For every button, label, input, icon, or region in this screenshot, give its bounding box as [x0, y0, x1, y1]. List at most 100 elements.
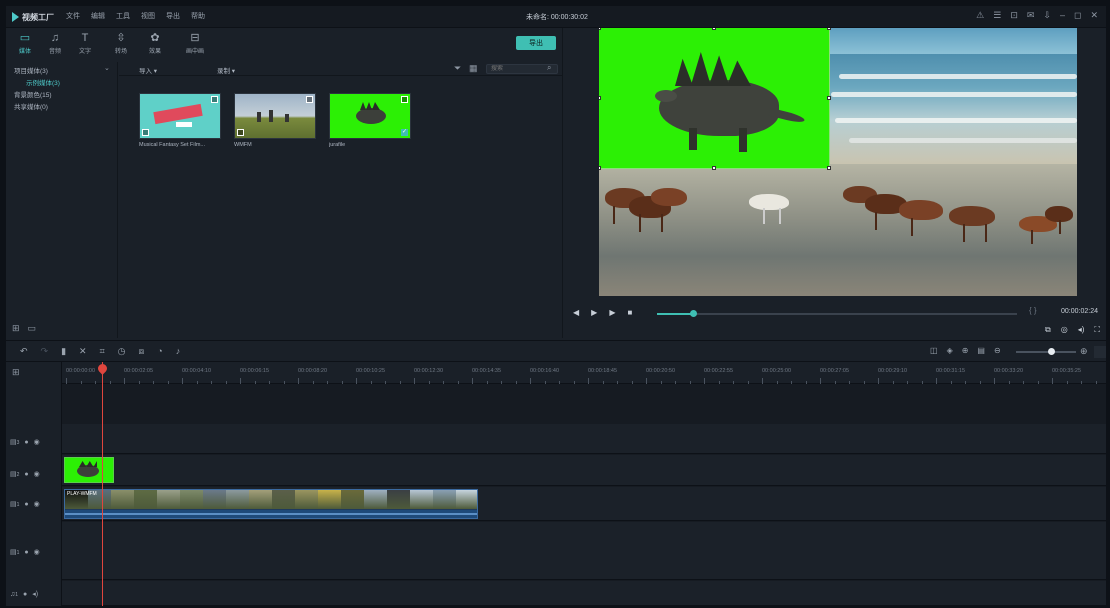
zoom-in-icon[interactable]: ⊕	[1080, 346, 1088, 357]
play-icon[interactable]: ▶	[591, 308, 597, 317]
resize-handle[interactable]	[827, 96, 831, 100]
record-dropdown[interactable]: 录制 ▾	[217, 65, 235, 75]
pip-overlay[interactable]	[599, 28, 831, 170]
menu-icon[interactable]: ☰	[993, 10, 1001, 21]
resize-handle[interactable]	[827, 166, 831, 170]
zoom-slider-knob[interactable]	[1048, 348, 1055, 355]
progress-knob[interactable]	[690, 310, 697, 317]
menu-export[interactable]: 导出	[166, 11, 180, 21]
tab-split-screen[interactable]: ⊟ 画中画	[180, 32, 210, 55]
library-item-background-colors[interactable]: 背景颜色(15)	[6, 88, 117, 100]
mixer-icon[interactable]: ▤	[977, 346, 985, 355]
menu-edit[interactable]: 编辑	[91, 11, 105, 21]
add-track-icon[interactable]: ⊞	[12, 367, 20, 378]
timeline-clip-main[interactable]: PLAY-WMFM	[64, 489, 478, 519]
media-clip[interactable]: ✓ jurafile	[329, 93, 411, 148]
fullscreen-icon[interactable]: ⛶	[1094, 325, 1100, 335]
eye-icon[interactable]: ◉	[34, 470, 40, 478]
delete-icon[interactable]: ▮	[61, 346, 66, 357]
lock-icon[interactable]: ●	[24, 501, 28, 508]
save-icon[interactable]: ⊡	[1010, 10, 1018, 21]
menu-tools[interactable]: 工具	[116, 11, 130, 21]
volume-icon[interactable]: ◂)	[1078, 325, 1085, 335]
eye-icon[interactable]: ◉	[34, 438, 40, 446]
library-item-shared-media[interactable]: 共享媒体(0)	[6, 100, 117, 112]
cut-icon[interactable]: ✕	[79, 346, 87, 357]
tab-transitions[interactable]: ⇳ 转场	[106, 32, 136, 55]
snapshot-icon[interactable]: ◎	[1061, 325, 1068, 335]
library-item-project-media[interactable]: 项目媒体(3)	[6, 64, 117, 76]
timeline-clip-overlay[interactable]	[64, 457, 114, 483]
resize-handle[interactable]	[827, 28, 831, 30]
media-clip[interactable]: Musical Fantasy Set Film...	[139, 93, 221, 148]
menu-file[interactable]: 文件	[66, 11, 80, 21]
resize-handle[interactable]	[712, 28, 716, 30]
time-ruler[interactable]: 00:00:00:00 00:00:02:05 00:00:04:10 00:00:0…	[62, 362, 1106, 384]
preview-screen[interactable]	[599, 28, 1077, 296]
warning-icon[interactable]: ⚠	[976, 10, 984, 21]
media-clip[interactable]: WMFM	[234, 93, 316, 148]
lock-icon[interactable]: ●	[24, 549, 28, 556]
redo-icon[interactable]: ↷	[41, 346, 49, 357]
display-icon[interactable]: ⧉	[1045, 325, 1051, 335]
resize-handle[interactable]	[712, 166, 716, 170]
tab-media[interactable]: ▭ 媒体	[10, 32, 40, 55]
ruler-tick	[298, 378, 299, 384]
lock-icon[interactable]: ●	[23, 591, 27, 598]
new-folder-icon[interactable]: ⊞	[12, 323, 20, 334]
tab-audio[interactable]: ♫ 音频	[40, 32, 70, 55]
render-icon[interactable]: ◫	[930, 346, 938, 355]
volume-icon[interactable]: ◂)	[32, 590, 38, 598]
zoom-slider[interactable]	[1016, 351, 1076, 353]
chevron-down-icon[interactable]: ⌄	[104, 64, 110, 72]
grid-icon[interactable]: ▦	[469, 63, 478, 74]
minimize-icon[interactable]: –	[1060, 10, 1065, 21]
export-button[interactable]: 导出	[516, 36, 556, 50]
timeline-options: ◫ ◈ ⊕ ▤ ⊖	[930, 346, 1001, 355]
zoom-out-icon[interactable]: ⊖	[994, 346, 1001, 355]
eye-icon[interactable]: ◉	[34, 548, 40, 556]
zoom-fit-button[interactable]	[1094, 346, 1106, 358]
import-dropdown[interactable]: 导入 ▾	[139, 65, 157, 75]
track-video-2[interactable]	[62, 455, 1106, 486]
resize-handle[interactable]	[599, 28, 601, 30]
tab-effects[interactable]: ✿ 效果	[140, 32, 170, 55]
audio-mix-icon[interactable]: ♪	[176, 346, 181, 357]
mail-icon[interactable]: ✉	[1027, 10, 1035, 21]
playback-progress[interactable]	[657, 310, 1017, 317]
resize-handle[interactable]	[599, 96, 601, 100]
search-icon[interactable]: ⌕	[547, 63, 551, 73]
track-audio[interactable]	[62, 581, 1106, 606]
track-video-1[interactable]: PLAY-WMFM	[62, 487, 1106, 521]
step-forward-icon[interactable]: ▶	[609, 308, 615, 317]
eye-icon[interactable]: ◉	[34, 500, 40, 508]
tab-text[interactable]: T 文字	[70, 32, 100, 55]
download-icon[interactable]: ⇩	[1043, 10, 1051, 21]
track-overlay[interactable]	[62, 522, 1106, 580]
menu-help[interactable]: 帮助	[191, 11, 205, 21]
track-video-3[interactable]	[62, 424, 1106, 454]
mic-icon[interactable]: ⊕	[962, 346, 969, 355]
marker-icon[interactable]: ◈	[947, 346, 953, 355]
lock-icon[interactable]: ●	[24, 439, 28, 446]
in-out-markers[interactable]: { }	[1029, 306, 1037, 315]
library-item-sample-media[interactable]: 示例媒体(3)	[6, 76, 117, 88]
undo-icon[interactable]: ↶	[20, 346, 28, 357]
ruler-tick-label: 00:00:06:15	[240, 368, 270, 374]
color-icon[interactable]: ⧈	[139, 346, 145, 357]
ruler-tick	[878, 378, 879, 384]
filter-icon[interactable]: ⏷	[454, 63, 461, 74]
close-icon[interactable]: ✕	[1090, 10, 1098, 21]
speed-icon[interactable]: ◷	[118, 346, 126, 357]
crop-icon[interactable]: ⌗	[100, 346, 105, 357]
timer-icon[interactable]: ◔	[157, 346, 162, 357]
stop-icon[interactable]: ■	[627, 308, 632, 317]
playhead[interactable]	[102, 362, 103, 606]
lock-icon[interactable]: ●	[24, 471, 28, 478]
resize-handle[interactable]	[599, 166, 601, 170]
folder-icon[interactable]: ▭	[28, 323, 37, 334]
maximize-icon[interactable]: ◻	[1074, 10, 1081, 21]
menu-view[interactable]: 视图	[141, 11, 155, 21]
step-back-icon[interactable]: ◀	[573, 308, 579, 317]
ruler-tick-label: 00:00:27:05	[820, 368, 850, 374]
